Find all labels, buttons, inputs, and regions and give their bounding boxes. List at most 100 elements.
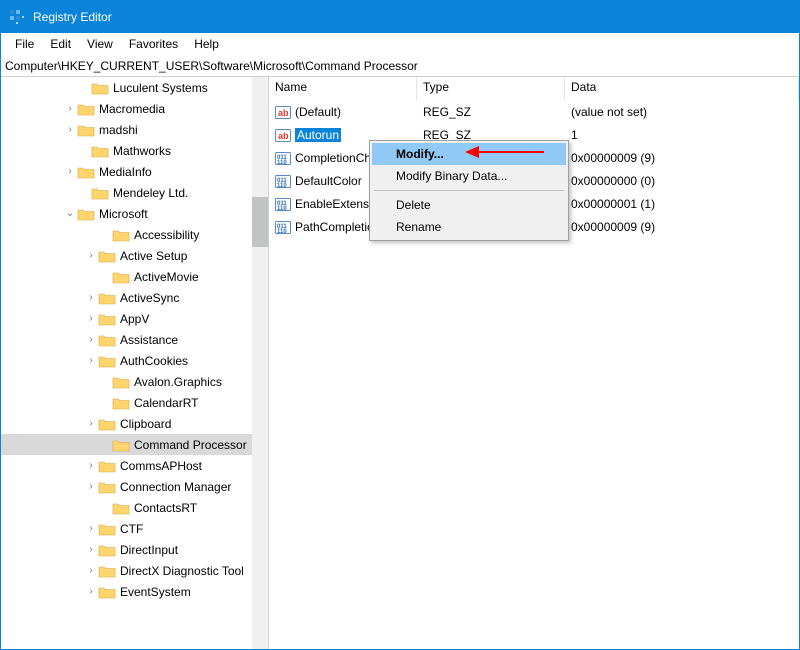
column-data[interactable]: Data — [565, 77, 799, 100]
menu-view[interactable]: View — [79, 35, 121, 53]
chevron-right-icon[interactable]: › — [84, 481, 98, 492]
tree-item[interactable]: Mendeley Ltd. — [1, 182, 252, 203]
tree-item[interactable]: ›AuthCookies — [1, 350, 252, 371]
tree-item-label: CTF — [120, 522, 143, 536]
tree-item[interactable]: › Connection Manager — [1, 476, 252, 497]
tree-item-label: Luculent Systems — [113, 81, 208, 95]
chevron-right-icon[interactable]: › — [63, 103, 77, 114]
chevron-right-icon[interactable]: › — [84, 460, 98, 471]
scroll-thumb[interactable] — [252, 197, 268, 247]
tree-scrollbar[interactable] — [252, 77, 268, 649]
tree-item[interactable]: ›Macromedia — [1, 98, 252, 119]
cell-data: 0x00000009 (9) — [565, 220, 799, 234]
chevron-right-icon[interactable]: › — [84, 355, 98, 366]
chevron-right-icon[interactable]: › — [84, 292, 98, 303]
tree-item[interactable]: › CommsAPHost — [1, 455, 252, 476]
cell-data: 0x00000001 (1) — [565, 197, 799, 211]
folder-icon — [112, 270, 130, 284]
menubar: File Edit View Favorites Help — [1, 33, 799, 55]
tree-item[interactable]: Luculent Systems — [1, 77, 252, 98]
dword-value-icon — [275, 173, 291, 189]
app-icon — [9, 9, 25, 25]
dword-value-icon — [275, 196, 291, 212]
menu-file[interactable]: File — [7, 35, 42, 53]
context-menu-item[interactable]: Delete — [372, 194, 566, 216]
menu-favorites[interactable]: Favorites — [121, 35, 186, 53]
chevron-right-icon[interactable]: › — [63, 166, 77, 177]
tree-item-label: Avalon.Graphics — [134, 375, 222, 389]
folder-icon — [98, 543, 116, 557]
tree-item[interactable]: ActiveMovie — [1, 266, 252, 287]
tree-item[interactable]: › EventSystem — [1, 581, 252, 602]
tree-body[interactable]: Luculent Systems ›Macromedia›madshiMathwo… — [1, 77, 252, 649]
tree-item[interactable]: › DirectInput — [1, 539, 252, 560]
tree-item-label: EventSystem — [120, 585, 191, 599]
context-menu-separator — [374, 190, 564, 191]
folder-icon — [91, 144, 109, 158]
tree-item-label: AppV — [120, 312, 149, 326]
tree-item[interactable]: ›Active Setup — [1, 245, 252, 266]
cell-data: (value not set) — [565, 105, 799, 119]
tree-item[interactable]: ›DirectX Diagnostic Tool — [1, 560, 252, 581]
tree-item[interactable]: › ActiveSync — [1, 287, 252, 308]
address-bar[interactable]: Computer\HKEY_CURRENT_USER\Software\Micr… — [1, 55, 799, 77]
chevron-right-icon[interactable]: › — [84, 418, 98, 429]
tree-item[interactable]: Command Processor — [1, 434, 252, 455]
tree-item-label: CalendarRT — [134, 396, 198, 410]
column-type[interactable]: Type — [417, 77, 565, 100]
context-menu-item[interactable]: Modify... — [372, 143, 566, 165]
chevron-right-icon[interactable]: › — [84, 565, 98, 576]
chevron-right-icon[interactable]: › — [84, 544, 98, 555]
chevron-right-icon[interactable]: › — [84, 334, 98, 345]
folder-icon — [98, 564, 116, 578]
tree-item[interactable]: Accessibility — [1, 224, 252, 245]
tree-item[interactable]: ›MediaInfo — [1, 161, 252, 182]
cell-type: REG_SZ — [417, 105, 565, 119]
chevron-right-icon[interactable]: › — [84, 523, 98, 534]
context-menu-item[interactable]: Modify Binary Data... — [372, 165, 566, 187]
chevron-down-icon[interactable]: ⌄ — [63, 208, 77, 219]
folder-icon — [98, 249, 116, 263]
folder-icon — [112, 501, 130, 515]
tree-item[interactable]: › Assistance — [1, 329, 252, 350]
tree-item[interactable]: Mathworks — [1, 140, 252, 161]
tree-item[interactable]: Avalon.Graphics — [1, 371, 252, 392]
menu-edit[interactable]: Edit — [42, 35, 79, 53]
list-panel: Name Type Data (Default)REG_SZ(value not… — [269, 77, 799, 649]
list-row[interactable]: (Default)REG_SZ(value not set) — [269, 100, 799, 123]
chevron-right-icon[interactable]: › — [84, 313, 98, 324]
workspace: Luculent Systems ›Macromedia›madshiMathwo… — [1, 77, 799, 649]
chevron-right-icon[interactable]: › — [84, 250, 98, 261]
folder-icon — [77, 123, 95, 137]
context-menu-item[interactable]: Rename — [372, 216, 566, 238]
tree-item[interactable]: › Clipboard — [1, 413, 252, 434]
tree-item[interactable]: ›madshi — [1, 119, 252, 140]
tree-item-label: ActiveSync — [120, 291, 179, 305]
cell-data: 0x00000009 (9) — [565, 151, 799, 165]
tree-item-label: Assistance — [120, 333, 178, 347]
list-body[interactable]: (Default)REG_SZ(value not set)AutorunREG… — [269, 100, 799, 649]
folder-icon — [112, 438, 130, 452]
tree-item-label: Clipboard — [120, 417, 171, 431]
tree-item-label: DirectInput — [120, 543, 178, 557]
chevron-right-icon[interactable]: › — [84, 586, 98, 597]
window-title: Registry Editor — [33, 10, 112, 24]
tree-item[interactable]: ContactsRT — [1, 497, 252, 518]
cell-data: 0x00000000 (0) — [565, 174, 799, 188]
column-name[interactable]: Name — [269, 77, 417, 100]
tree-item-label: Connection Manager — [120, 480, 231, 494]
menu-help[interactable]: Help — [186, 35, 227, 53]
string-value-icon — [275, 104, 291, 120]
folder-icon — [98, 354, 116, 368]
folder-icon — [98, 480, 116, 494]
tree-item-label: CommsAPHost — [120, 459, 202, 473]
tree-item[interactable]: › CTF — [1, 518, 252, 539]
tree-item-label: ActiveMovie — [134, 270, 199, 284]
tree-panel: Luculent Systems ›Macromedia›madshiMathwo… — [1, 77, 269, 649]
tree-item[interactable]: CalendarRT — [1, 392, 252, 413]
folder-icon — [98, 459, 116, 473]
tree-item[interactable]: ⌄Microsoft — [1, 203, 252, 224]
chevron-right-icon[interactable]: › — [63, 124, 77, 135]
tree-item-label: Command Processor — [134, 438, 247, 452]
tree-item[interactable]: › AppV — [1, 308, 252, 329]
